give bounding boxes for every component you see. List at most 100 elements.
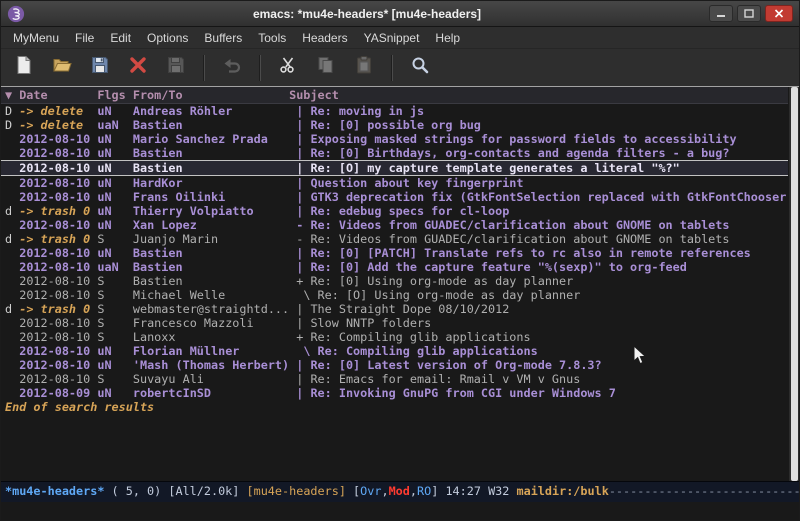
copy-icon [316, 55, 336, 80]
mark-char [5, 372, 19, 386]
menu-item-headers[interactable]: Headers [294, 29, 355, 47]
menu-item-edit[interactable]: Edit [102, 29, 139, 47]
cut-icon [278, 55, 298, 80]
message-from: webmaster@straightd... [133, 302, 296, 316]
message-row[interactable]: 2012-08-10 uN Frans Oilinki | GTK3 depre… [1, 190, 799, 204]
open-file-button[interactable] [49, 55, 75, 81]
toolbar-separator [203, 55, 205, 81]
mark-char: D [5, 118, 19, 132]
cut-button[interactable] [275, 55, 301, 81]
menu-item-options[interactable]: Options [139, 29, 196, 47]
menu-item-buffers[interactable]: Buffers [196, 29, 250, 47]
message-row[interactable]: 2012-08-10 uN Florian Müllner \ Re: Comp… [1, 344, 799, 358]
mark-char [5, 246, 19, 260]
mark-target: -> delete [19, 118, 97, 132]
menu-item-yasnippet[interactable]: YASnippet [356, 29, 428, 47]
message-row[interactable]: d -> trash 0 uN Thierry Volpiatto | Re: … [1, 204, 799, 218]
message-from: Bastien [133, 246, 296, 260]
message-flags: uN [97, 358, 133, 372]
message-row[interactable]: 2012-08-10 S Bastien + Re: [0] Using org… [1, 274, 799, 288]
mark-target: -> trash 0 [19, 302, 97, 316]
message-row[interactable]: d -> trash 0 S webmaster@straightd... | … [1, 302, 799, 316]
message-row[interactable]: 2012-08-10 uN Bastien | Re: [O] my captu… [1, 160, 799, 176]
message-row[interactable]: 2012-08-10 S Francesco Mazzoli | Slow NN… [1, 316, 799, 330]
message-subject: | The Straight Dope 08/10/2012 [296, 302, 509, 316]
undo-icon [222, 55, 242, 80]
menu-item-mymenu[interactable]: MyMenu [5, 29, 67, 47]
copy-button[interactable] [313, 55, 339, 81]
message-date: 2012-08-10 [19, 288, 97, 302]
message-subject: | Re: [O] my capture template generates … [296, 161, 680, 175]
message-row[interactable]: 2012-08-09 uN robertcInSD | Re: Invoking… [1, 386, 799, 400]
mark-target: -> trash 0 [19, 204, 97, 218]
message-row[interactable]: 2012-08-10 uN Xan Lopez - Re: Videos fro… [1, 218, 799, 232]
message-date: 2012-08-10 [19, 132, 97, 146]
window-controls [709, 5, 793, 22]
message-subject: | Re: [0] possible org bug [296, 118, 481, 132]
message-subject: | Exposing masked strings for password f… [296, 132, 736, 146]
menu-item-file[interactable]: File [67, 29, 102, 47]
message-flags: uN [97, 161, 133, 175]
message-flags: S [97, 372, 133, 386]
message-date: 2012-08-09 [19, 386, 97, 400]
search-button[interactable] [407, 55, 433, 81]
minimize-button[interactable] [709, 5, 733, 22]
maximize-button[interactable] [737, 5, 761, 22]
mark-target: -> trash 0 [19, 232, 97, 246]
message-row[interactable]: 2012-08-10 S Lanoxx + Re: Compiling glib… [1, 330, 799, 344]
message-from: Mario Sanchez Prada [133, 132, 296, 146]
kill-buffer-button[interactable] [125, 55, 151, 81]
scrollbar[interactable] [788, 87, 799, 481]
message-subject: | Re: [0] Add the capture feature "%(sex… [296, 260, 687, 274]
message-row[interactable]: 2012-08-10 uN 'Mash (Thomas Herbert) | R… [1, 358, 799, 372]
mode-line: *mu4e-headers* ( 5, 0) [All/2.0k] [mu4e-… [1, 481, 799, 502]
message-subject: | Slow NNTP folders [296, 316, 431, 330]
message-row[interactable]: 2012-08-10 uaN Bastien | Re: [0] Add the… [1, 260, 799, 274]
mark-char [5, 260, 19, 274]
message-row[interactable]: 2012-08-10 uN Bastien | Re: [0] [PATCH] … [1, 246, 799, 260]
message-date: 2012-08-10 [19, 161, 97, 175]
save-as-button[interactable] [163, 55, 189, 81]
save-buffer-button[interactable] [87, 55, 113, 81]
message-flags: S [97, 288, 133, 302]
close-button[interactable] [765, 5, 793, 22]
menu-item-help[interactable]: Help [427, 29, 468, 47]
minibuffer[interactable] [1, 502, 799, 521]
message-subject: \ Re: Compiling glib applications [296, 344, 537, 358]
mark-char [5, 161, 19, 175]
message-from: Andreas Röhler [133, 104, 296, 118]
message-date: 2012-08-10 [19, 316, 97, 330]
mark-char [5, 344, 19, 358]
message-row[interactable]: D -> delete uN Andreas Röhler | Re: movi… [1, 104, 799, 118]
message-row[interactable]: D -> delete uaN Bastien | Re: [0] possib… [1, 118, 799, 132]
kill-buffer-icon [128, 55, 148, 80]
message-from: Frans Oilinki [133, 190, 296, 204]
message-subject: + Re: [0] Using org-mode as day planner [296, 274, 573, 288]
search-icon [410, 55, 430, 80]
message-subject: | Re: Invoking GnuPG from CGI under Wind… [296, 386, 616, 400]
menu-item-tools[interactable]: Tools [250, 29, 294, 47]
header-line[interactable]: ▼ Date Flgs From/To Subject [1, 87, 799, 104]
mark-char [5, 330, 19, 344]
mark-char [5, 218, 19, 232]
message-subject: | GTK3 deprecation fix (GtkFontSelection… [296, 190, 793, 204]
scrollbar-thumb[interactable] [791, 87, 798, 481]
message-row[interactable]: d -> trash 0 S Juanjo Marin - Re: Videos… [1, 232, 799, 246]
message-date: 2012-08-10 [19, 372, 97, 386]
message-row[interactable]: 2012-08-10 uN Mario Sanchez Prada | Expo… [1, 132, 799, 146]
message-row[interactable]: 2012-08-10 S Michael Welle \ Re: [O] Usi… [1, 288, 799, 302]
message-subject: | Re: [0] [PATCH] Translate refs to rc a… [296, 246, 751, 260]
mark-char: d [5, 302, 19, 316]
message-subject: + Re: Compiling glib applications [296, 330, 530, 344]
new-file-button[interactable] [11, 55, 37, 81]
open-file-icon [52, 55, 72, 80]
toolbar [1, 49, 799, 86]
modeline-position: ( 5, 0) [104, 484, 168, 498]
message-row[interactable]: 2012-08-10 S Suvayu Ali | Re: Emacs for … [1, 372, 799, 386]
undo-button[interactable] [219, 55, 245, 81]
message-row[interactable]: 2012-08-10 uN HardKor | Question about k… [1, 176, 799, 190]
message-flags: uN [97, 218, 133, 232]
message-row[interactable]: 2012-08-10 uN Bastien | Re: [0] Birthday… [1, 146, 799, 160]
modeline-window-number: W32 [488, 484, 516, 498]
paste-button[interactable] [351, 55, 377, 81]
